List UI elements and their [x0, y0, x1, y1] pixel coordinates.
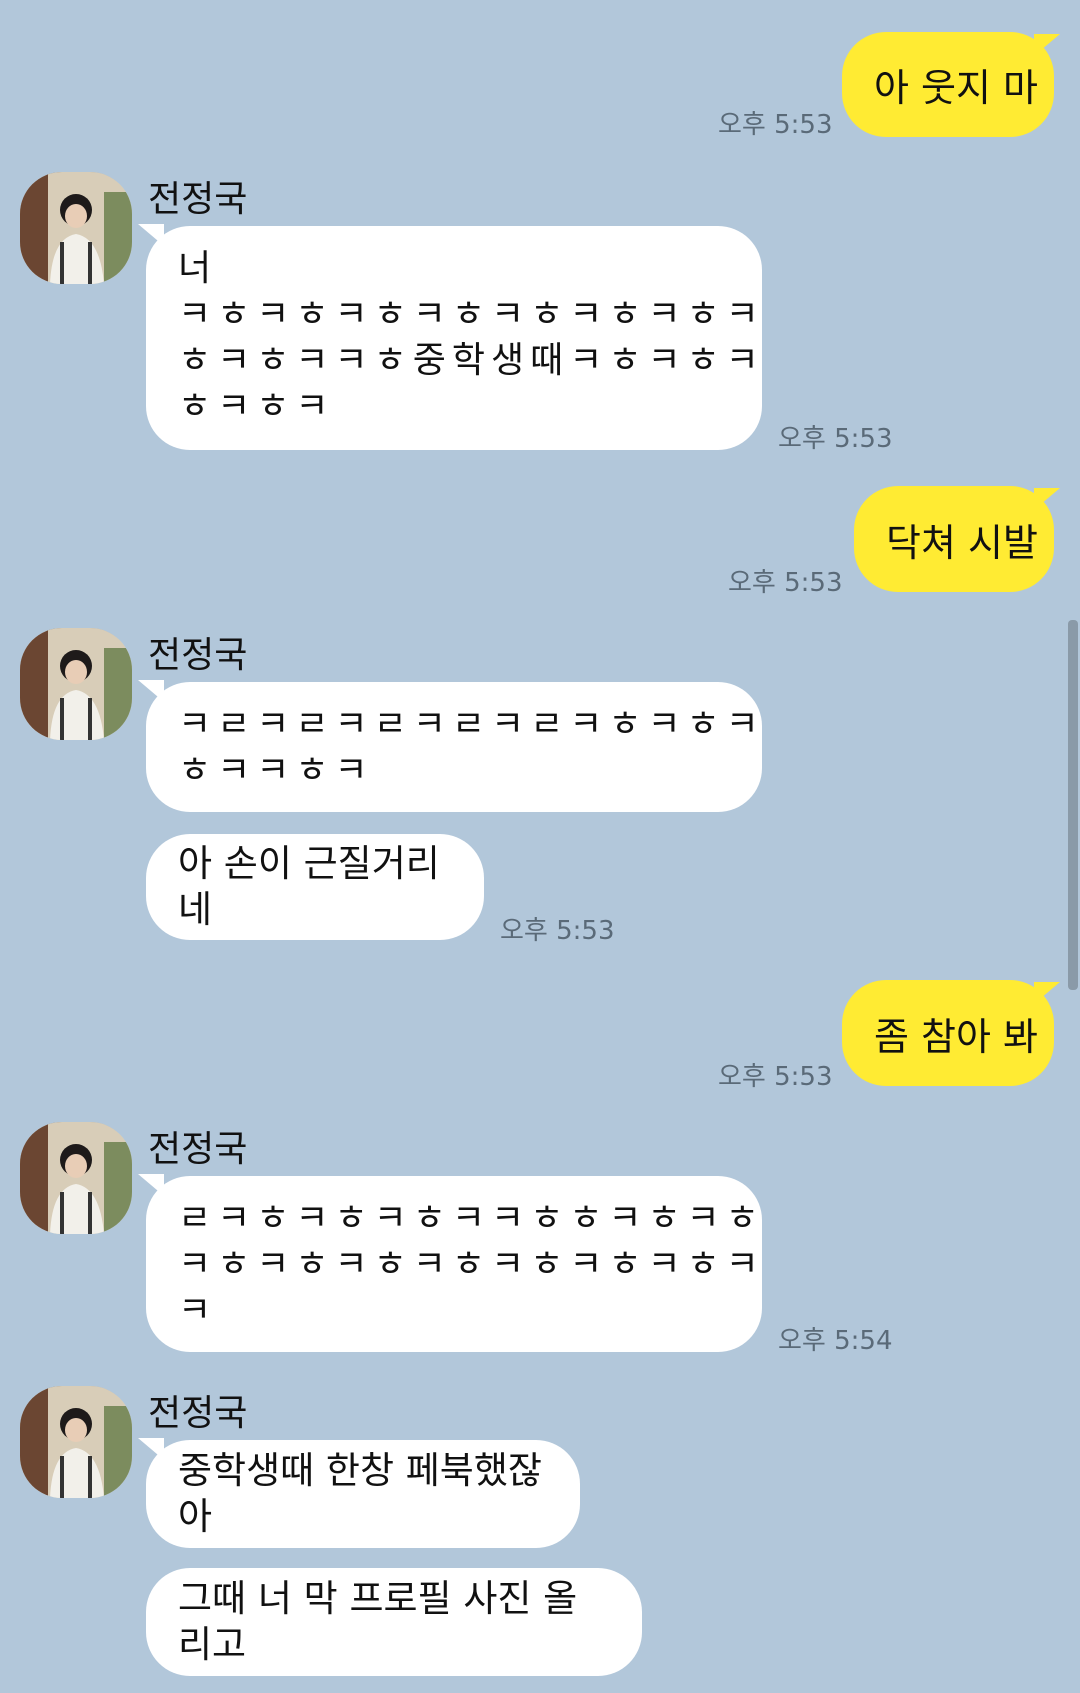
message-line: ㅋ [178, 1290, 218, 1331]
message-text: 중학생때 한창 페북했잖아 [178, 1449, 542, 1538]
sender-name: 전정국 [148, 635, 248, 676]
incoming-message-bubble[interactable]: 아 손이 근질거리네 [146, 834, 484, 940]
message-line: ㅎㅋㅎㅋ [178, 386, 335, 427]
bubble-tail [1034, 34, 1060, 56]
incoming-message-bubble[interactable]: 그때 너 막 프로필 사진 올리고 [146, 1568, 642, 1676]
scrollbar[interactable] [1068, 620, 1078, 990]
avatar-photo-icon [20, 628, 132, 740]
sender-name: 전정국 [148, 179, 248, 220]
message-text: 아 손이 근질거리네 [178, 842, 440, 931]
message-line: ㅋㄹㅋㄹㅋㄹㅋㄹㅋㄹㅋㅎㅋㅎㅋ [178, 704, 765, 745]
message-line: ㅋㅎㅋㅎㅋㅎㅋㅎㅋㅎㅋㅎㅋㅎㅋ [178, 294, 765, 335]
message-text: 그때 너 막 프로필 사진 올리고 [178, 1577, 578, 1666]
message-time: 오후 5:53 [500, 916, 615, 946]
message-text: 아 웃지 마 [874, 66, 1038, 110]
bubble-tail [1034, 488, 1060, 510]
contact-avatar[interactable] [20, 1122, 132, 1234]
contact-avatar[interactable] [20, 172, 132, 284]
message-time: 오후 5:53 [718, 1062, 833, 1092]
incoming-message-bubble[interactable]: 중학생때 한창 페북했잖아 [146, 1440, 580, 1548]
sender-name: 전정국 [148, 1393, 248, 1434]
incoming-message-bubble[interactable]: ㄹㅋㅎㅋㅎㅋㅎㅋㅋㅎㅎㅋㅎㅋㅎ ㅋㅎㅋㅎㅋㅎㅋㅎㅋㅎㅋㅎㅋㅎㅋ ㅋ [146, 1176, 762, 1352]
message-text: 좀 참아 봐 [874, 1014, 1038, 1059]
bubble-tail [1034, 982, 1060, 1004]
message-line: ㅎㅋㅎㅋㅋㅎ중학생때ㅋㅎㅋㅎㅋ [178, 340, 765, 381]
message-time: 오후 5:53 [718, 110, 833, 140]
contact-avatar[interactable] [20, 628, 132, 740]
incoming-message-bubble[interactable]: 너 ㅋㅎㅋㅎㅋㅎㅋㅎㅋㅎㅋㅎㅋㅎㅋ ㅎㅋㅎㅋㅋㅎ중학생때ㅋㅎㅋㅎㅋ ㅎㅋㅎㅋ [146, 226, 762, 450]
message-time: 오후 5:53 [728, 568, 843, 598]
message-line: 너 [178, 248, 218, 289]
avatar-photo-icon [20, 1122, 132, 1234]
outgoing-message-bubble[interactable]: 아 웃지 마 [842, 32, 1054, 137]
sender-name: 전정국 [148, 1129, 248, 1170]
message-line: ㄹㅋㅎㅋㅎㅋㅎㅋㅋㅎㅎㅋㅎㅋㅎ [178, 1198, 765, 1239]
avatar-photo-icon [20, 1386, 132, 1498]
outgoing-message-bubble[interactable]: 닥쳐 시발 [854, 486, 1054, 592]
message-time: 오후 5:54 [778, 1326, 893, 1356]
incoming-message-bubble[interactable]: ㅋㄹㅋㄹㅋㄹㅋㄹㅋㄹㅋㅎㅋㅎㅋ ㅎㅋㅋㅎㅋ [146, 682, 762, 812]
contact-avatar[interactable] [20, 1386, 132, 1498]
message-line: ㅋㅎㅋㅎㅋㅎㅋㅎㅋㅎㅋㅎㅋㅎㅋ [178, 1244, 765, 1285]
outgoing-message-bubble[interactable]: 좀 참아 봐 [842, 980, 1054, 1086]
avatar-photo-icon [20, 172, 132, 284]
message-time: 오후 5:53 [778, 424, 893, 454]
message-line: ㅎㅋㅋㅎㅋ [178, 750, 374, 791]
message-text: 닥쳐 시발 [886, 520, 1038, 565]
